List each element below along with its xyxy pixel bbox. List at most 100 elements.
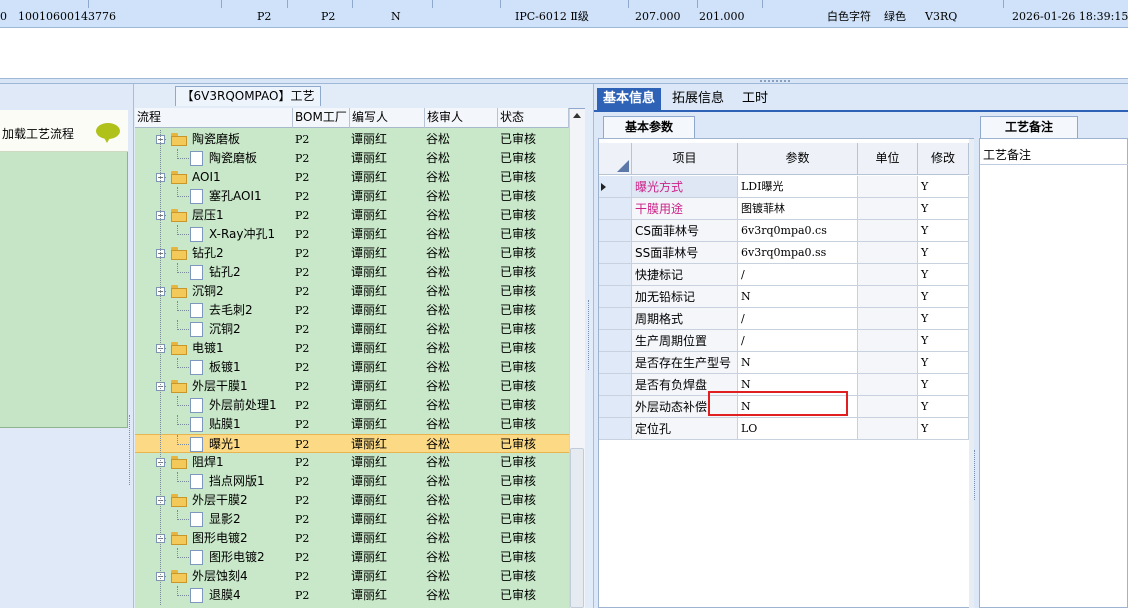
process-row[interactable]: 去毛刺2 P2 谭丽红 谷松 已审核 xyxy=(135,301,569,320)
remarks-box[interactable] xyxy=(979,138,1128,608)
process-row[interactable]: 沉铜2 P2 谭丽红 谷松 已审核 xyxy=(135,320,569,339)
left-splitter-grip[interactable] xyxy=(129,415,132,485)
process-row-selected[interactable]: 曝光1 P2 谭丽红 谷松 已审核 xyxy=(135,434,569,453)
row-indicator[interactable] xyxy=(599,330,632,352)
process-row[interactable]: − 外层干膜2 P2 谭丽红 谷松 已审核 xyxy=(135,491,569,510)
param-value[interactable]: / xyxy=(738,330,858,352)
top-record-row[interactable]: 0 10010600143776 P2 P2 N IPC-6012 Ⅱ级 207… xyxy=(0,0,1128,28)
column-header-status[interactable]: 状态 xyxy=(498,108,569,128)
params-scrollbar[interactable] xyxy=(969,139,974,608)
tab-basic-info[interactable]: 基本信息 xyxy=(597,88,662,110)
param-unit[interactable] xyxy=(858,286,918,308)
column-header-bom[interactable]: BOM工厂 xyxy=(293,108,350,128)
column-header-reviewer[interactable]: 核审人 xyxy=(425,108,498,128)
param-modify[interactable]: Y xyxy=(918,286,969,308)
param-unit[interactable] xyxy=(858,308,918,330)
row-indicator[interactable] xyxy=(599,286,632,308)
param-value[interactable]: LDI曝光 xyxy=(738,176,858,198)
process-row[interactable]: − 沉铜2 P2 谭丽红 谷松 已审核 xyxy=(135,282,569,301)
param-value[interactable]: N xyxy=(738,286,858,308)
param-unit[interactable] xyxy=(858,418,918,440)
param-modify[interactable]: Y xyxy=(918,418,969,440)
param-unit[interactable] xyxy=(858,176,918,198)
param-modify[interactable]: Y xyxy=(918,198,969,220)
process-row[interactable]: 陶瓷磨板 P2 谭丽红 谷松 已审核 xyxy=(135,149,569,168)
param-row[interactable]: 定位孔 LO Y xyxy=(599,418,969,440)
column-header-writer[interactable]: 编写人 xyxy=(350,108,425,128)
process-row[interactable]: 显影2 P2 谭丽红 谷松 已审核 xyxy=(135,510,569,529)
param-row[interactable]: 周期格式 / Y xyxy=(599,308,969,330)
param-value[interactable]: 图镀菲林 xyxy=(738,198,858,220)
param-value[interactable]: 6v3rq0mpa0.cs xyxy=(738,220,858,242)
param-row[interactable]: 是否存在生产型号 N Y xyxy=(599,352,969,374)
process-row[interactable]: 钻孔2 P2 谭丽红 谷松 已审核 xyxy=(135,263,569,282)
param-unit[interactable] xyxy=(858,198,918,220)
middle-splitter-grip[interactable] xyxy=(588,300,591,370)
param-modify[interactable]: Y xyxy=(918,330,969,352)
param-value[interactable]: 6v3rq0mpa0.ss xyxy=(738,242,858,264)
process-row[interactable]: X-Ray冲孔1 P2 谭丽红 谷松 已审核 xyxy=(135,225,569,244)
row-indicator[interactable] xyxy=(599,198,632,220)
param-unit[interactable] xyxy=(858,330,918,352)
scroll-up-icon[interactable] xyxy=(573,113,581,118)
process-row[interactable]: − AOI1 P2 谭丽红 谷松 已审核 xyxy=(135,168,569,187)
params-header-item[interactable]: 项目 xyxy=(632,143,738,175)
process-row[interactable]: − 钻孔2 P2 谭丽红 谷松 已审核 xyxy=(135,244,569,263)
param-row[interactable]: 加无铅标记 N Y xyxy=(599,286,969,308)
param-row[interactable]: SS面菲林号 6v3rq0mpa0.ss Y xyxy=(599,242,969,264)
param-modify[interactable]: Y xyxy=(918,242,969,264)
process-row[interactable]: 塞孔AOI1 P2 谭丽红 谷松 已审核 xyxy=(135,187,569,206)
param-row[interactable]: 生产周期位置 / Y xyxy=(599,330,969,352)
process-row[interactable]: − 外层干膜1 P2 谭丽红 谷松 已审核 xyxy=(135,377,569,396)
row-indicator[interactable] xyxy=(599,396,632,418)
row-indicator[interactable] xyxy=(599,418,632,440)
process-row[interactable]: − 陶瓷磨板 P2 谭丽红 谷松 已审核 xyxy=(135,130,569,149)
row-indicator[interactable] xyxy=(599,242,632,264)
param-row[interactable]: 快捷标记 / Y xyxy=(599,264,969,286)
process-row[interactable]: 板镀1 P2 谭丽红 谷松 已审核 xyxy=(135,358,569,377)
params-header-unit[interactable]: 单位 xyxy=(858,143,918,175)
process-row[interactable]: − 阻焊1 P2 谭丽红 谷松 已审核 xyxy=(135,453,569,472)
process-row[interactable]: − 图形电镀2 P2 谭丽红 谷松 已审核 xyxy=(135,529,569,548)
param-unit[interactable] xyxy=(858,352,918,374)
param-unit[interactable] xyxy=(858,242,918,264)
process-row[interactable]: − 电镀1 P2 谭丽红 谷松 已审核 xyxy=(135,339,569,358)
process-row[interactable]: 外层前处理1 P2 谭丽红 谷松 已审核 xyxy=(135,396,569,415)
param-value[interactable]: / xyxy=(738,264,858,286)
subtab-process-remarks[interactable]: 工艺备注 xyxy=(980,116,1078,138)
param-modify[interactable]: Y xyxy=(918,352,969,374)
process-row[interactable]: 贴膜1 P2 谭丽红 谷松 已审核 xyxy=(135,415,569,434)
param-value[interactable]: N xyxy=(738,352,858,374)
process-row[interactable]: − 外层蚀刻4 P2 谭丽红 谷松 已审核 xyxy=(135,567,569,586)
process-row[interactable]: 图形电镀2 P2 谭丽红 谷松 已审核 xyxy=(135,548,569,567)
right-splitter-grip[interactable] xyxy=(974,450,977,500)
row-indicator[interactable] xyxy=(599,220,632,242)
process-row[interactable]: 挡点网版1 P2 谭丽红 谷松 已审核 xyxy=(135,472,569,491)
param-value[interactable]: / xyxy=(738,308,858,330)
param-unit[interactable] xyxy=(858,220,918,242)
params-header-modify[interactable]: 修改 xyxy=(918,143,969,175)
row-indicator[interactable] xyxy=(599,176,632,198)
param-row[interactable]: 干膜用途 图镀菲林 Y xyxy=(599,198,969,220)
row-indicator[interactable] xyxy=(599,374,632,396)
tab-work-hours[interactable]: 工时 xyxy=(736,88,774,110)
tab-extended-info[interactable]: 拓展信息 xyxy=(666,88,730,110)
params-header-value[interactable]: 参数 xyxy=(738,143,858,175)
process-row[interactable]: − 层压1 P2 谭丽红 谷松 已审核 xyxy=(135,206,569,225)
param-unit[interactable] xyxy=(858,374,918,396)
param-row[interactable]: 曝光方式 LDI曝光 Y xyxy=(599,176,969,198)
row-indicator[interactable] xyxy=(599,308,632,330)
row-indicator[interactable] xyxy=(599,352,632,374)
param-value[interactable]: LO xyxy=(738,418,858,440)
load-process-label[interactable]: 加载工艺流程 xyxy=(2,125,74,142)
param-modify[interactable]: Y xyxy=(918,308,969,330)
param-modify[interactable]: Y xyxy=(918,396,969,418)
param-modify[interactable]: Y xyxy=(918,176,969,198)
param-unit[interactable] xyxy=(858,264,918,286)
column-header-flow[interactable]: 流程 xyxy=(135,108,293,128)
process-row[interactable]: 退膜4 P2 谭丽红 谷松 已审核 xyxy=(135,586,569,605)
param-modify[interactable]: Y xyxy=(918,374,969,396)
scrollbar-thumb[interactable] xyxy=(570,448,584,608)
param-unit[interactable] xyxy=(858,396,918,418)
param-modify[interactable]: Y xyxy=(918,264,969,286)
